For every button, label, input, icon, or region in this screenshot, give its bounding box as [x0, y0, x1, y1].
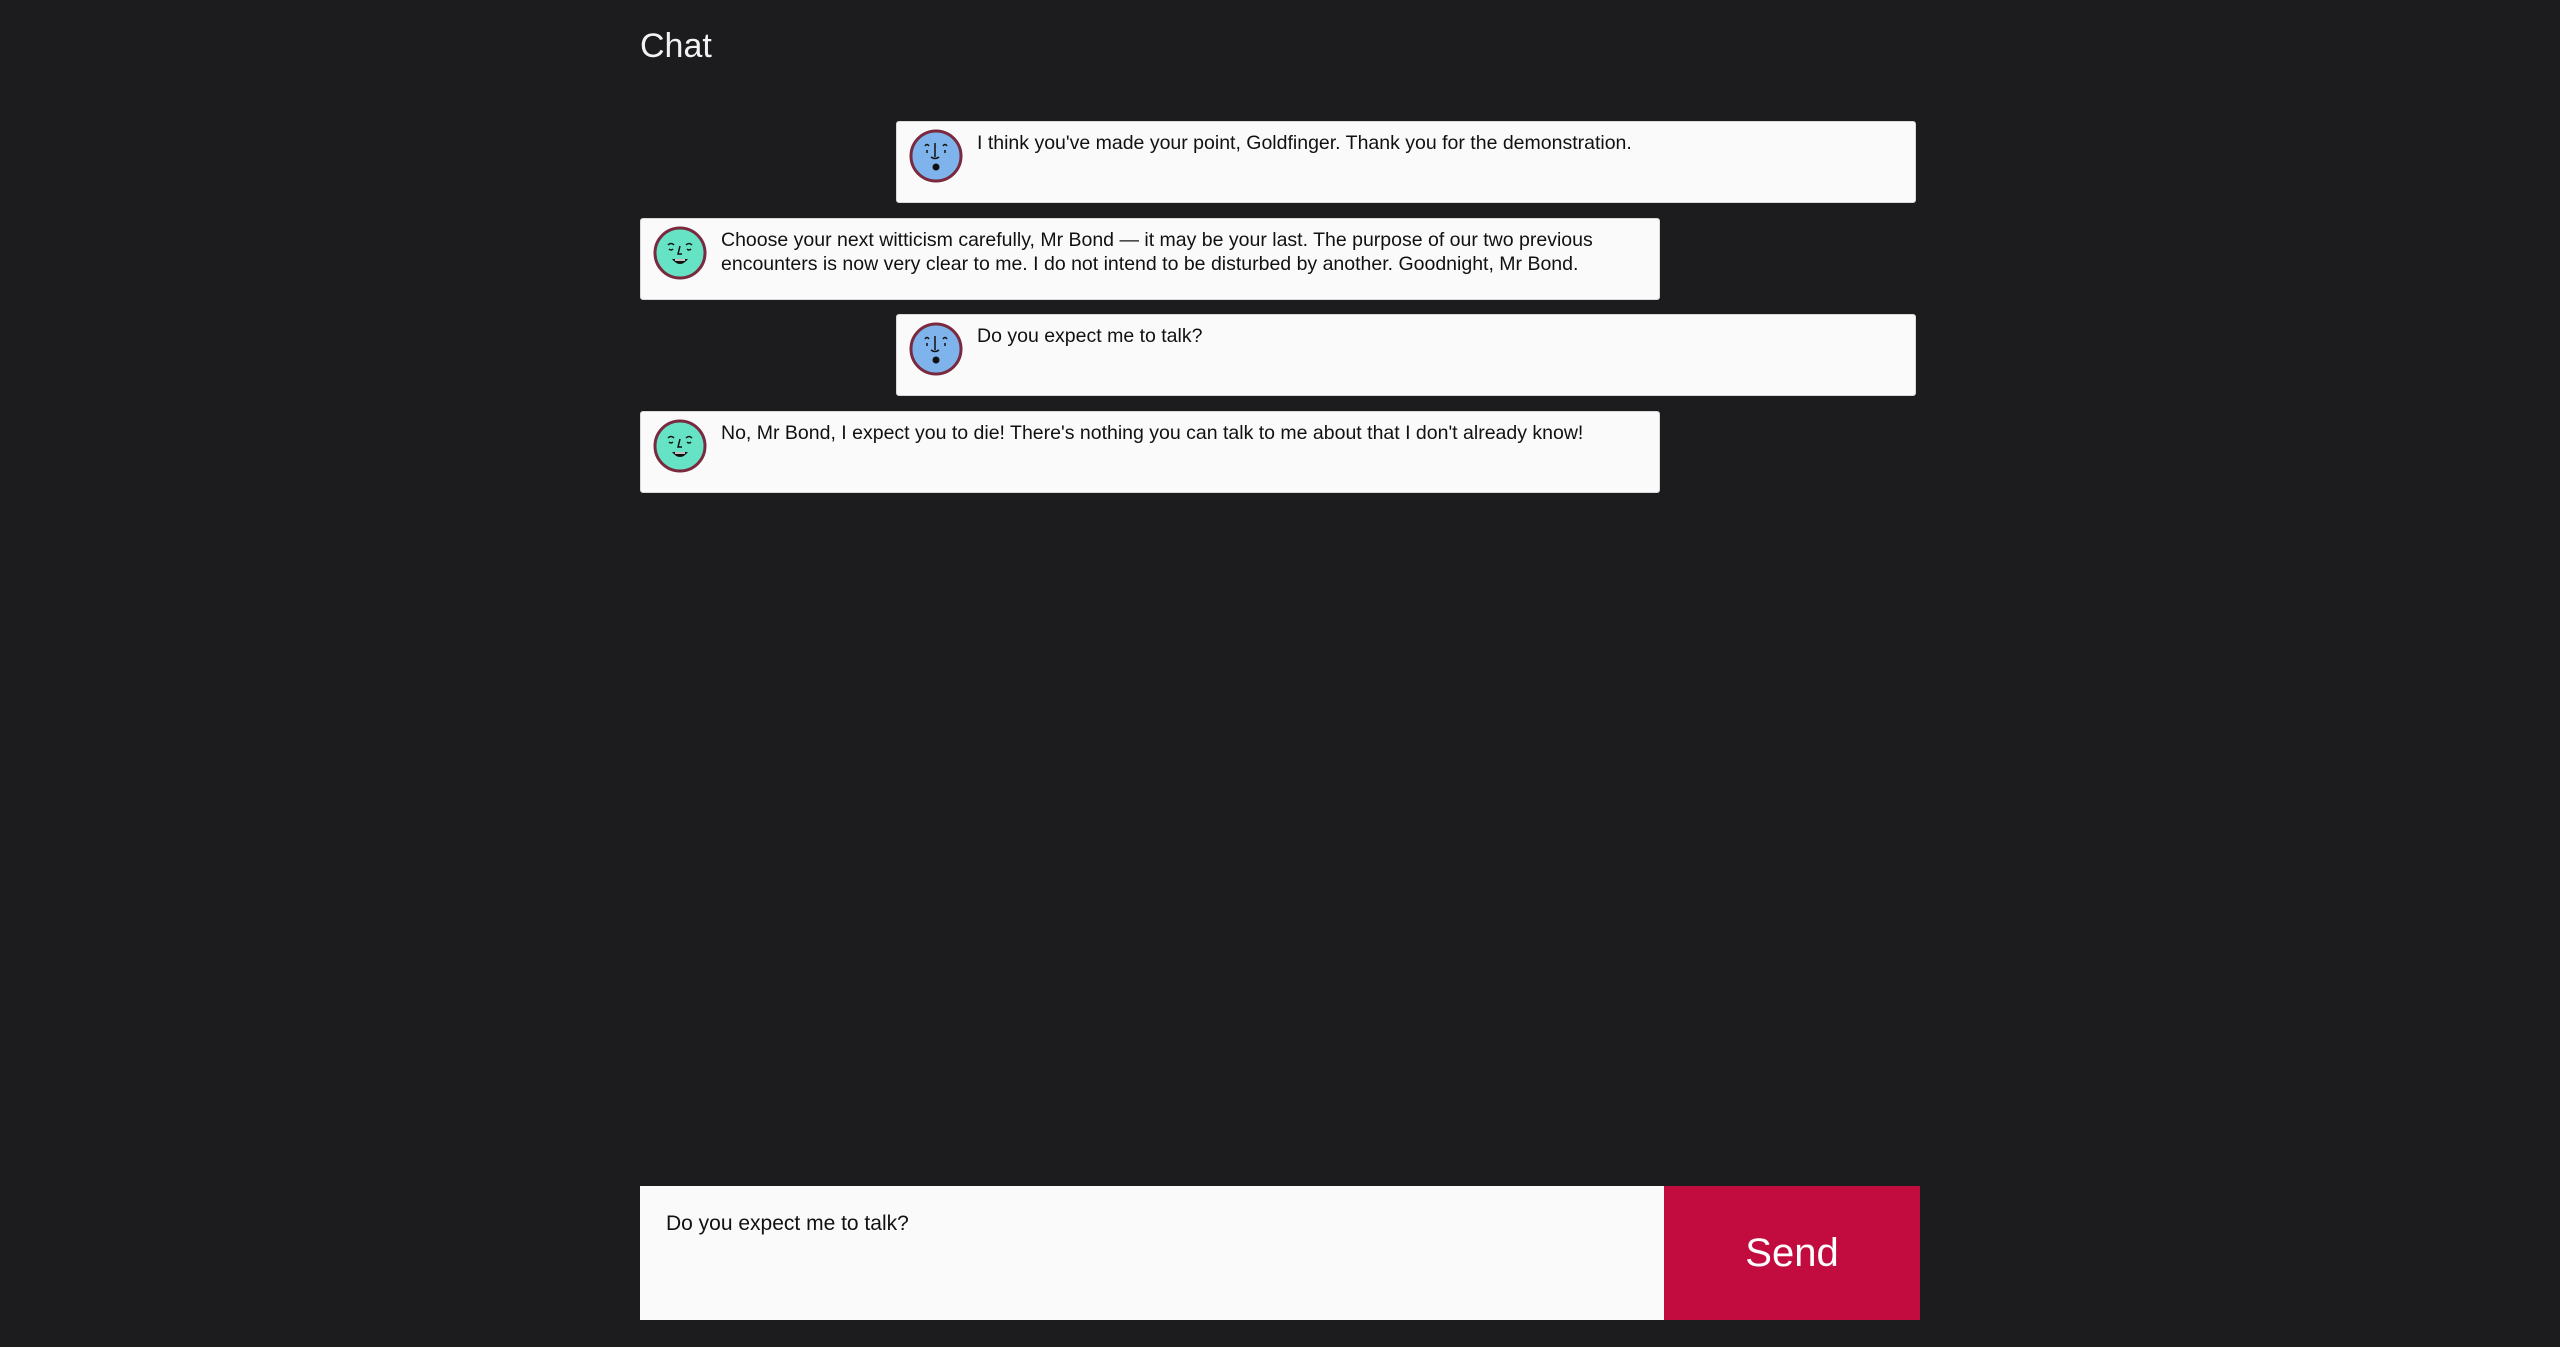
face-icon-goldfinger: [653, 419, 707, 473]
message-composer: Do you expect me to talk? Send: [640, 1186, 1920, 1320]
message-text: Choose your next witticism carefully, Mr…: [721, 229, 1593, 275]
face-icon-bond: [909, 322, 963, 376]
message-bubble: I think you've made your point, Goldfing…: [896, 121, 1916, 203]
message-text: No, Mr Bond, I expect you to die! There'…: [721, 422, 1584, 444]
message-bubble: Choose your next witticism carefully, Mr…: [640, 218, 1660, 300]
message-text: I think you've made your point, Goldfing…: [977, 132, 1632, 154]
message-bubble: No, Mr Bond, I expect you to die! There'…: [640, 411, 1660, 493]
chat-app: Chat I think you've made your point, Gol…: [640, 0, 1920, 1347]
message-input[interactable]: Do you expect me to talk?: [640, 1186, 1664, 1320]
face-icon-goldfinger: [653, 226, 707, 280]
send-button[interactable]: Send: [1664, 1186, 1920, 1320]
page-title: Chat: [640, 27, 712, 65]
face-icon-bond: [909, 129, 963, 183]
message-text: Do you expect me to talk?: [977, 325, 1203, 347]
message-bubble: Do you expect me to talk?: [896, 314, 1916, 396]
